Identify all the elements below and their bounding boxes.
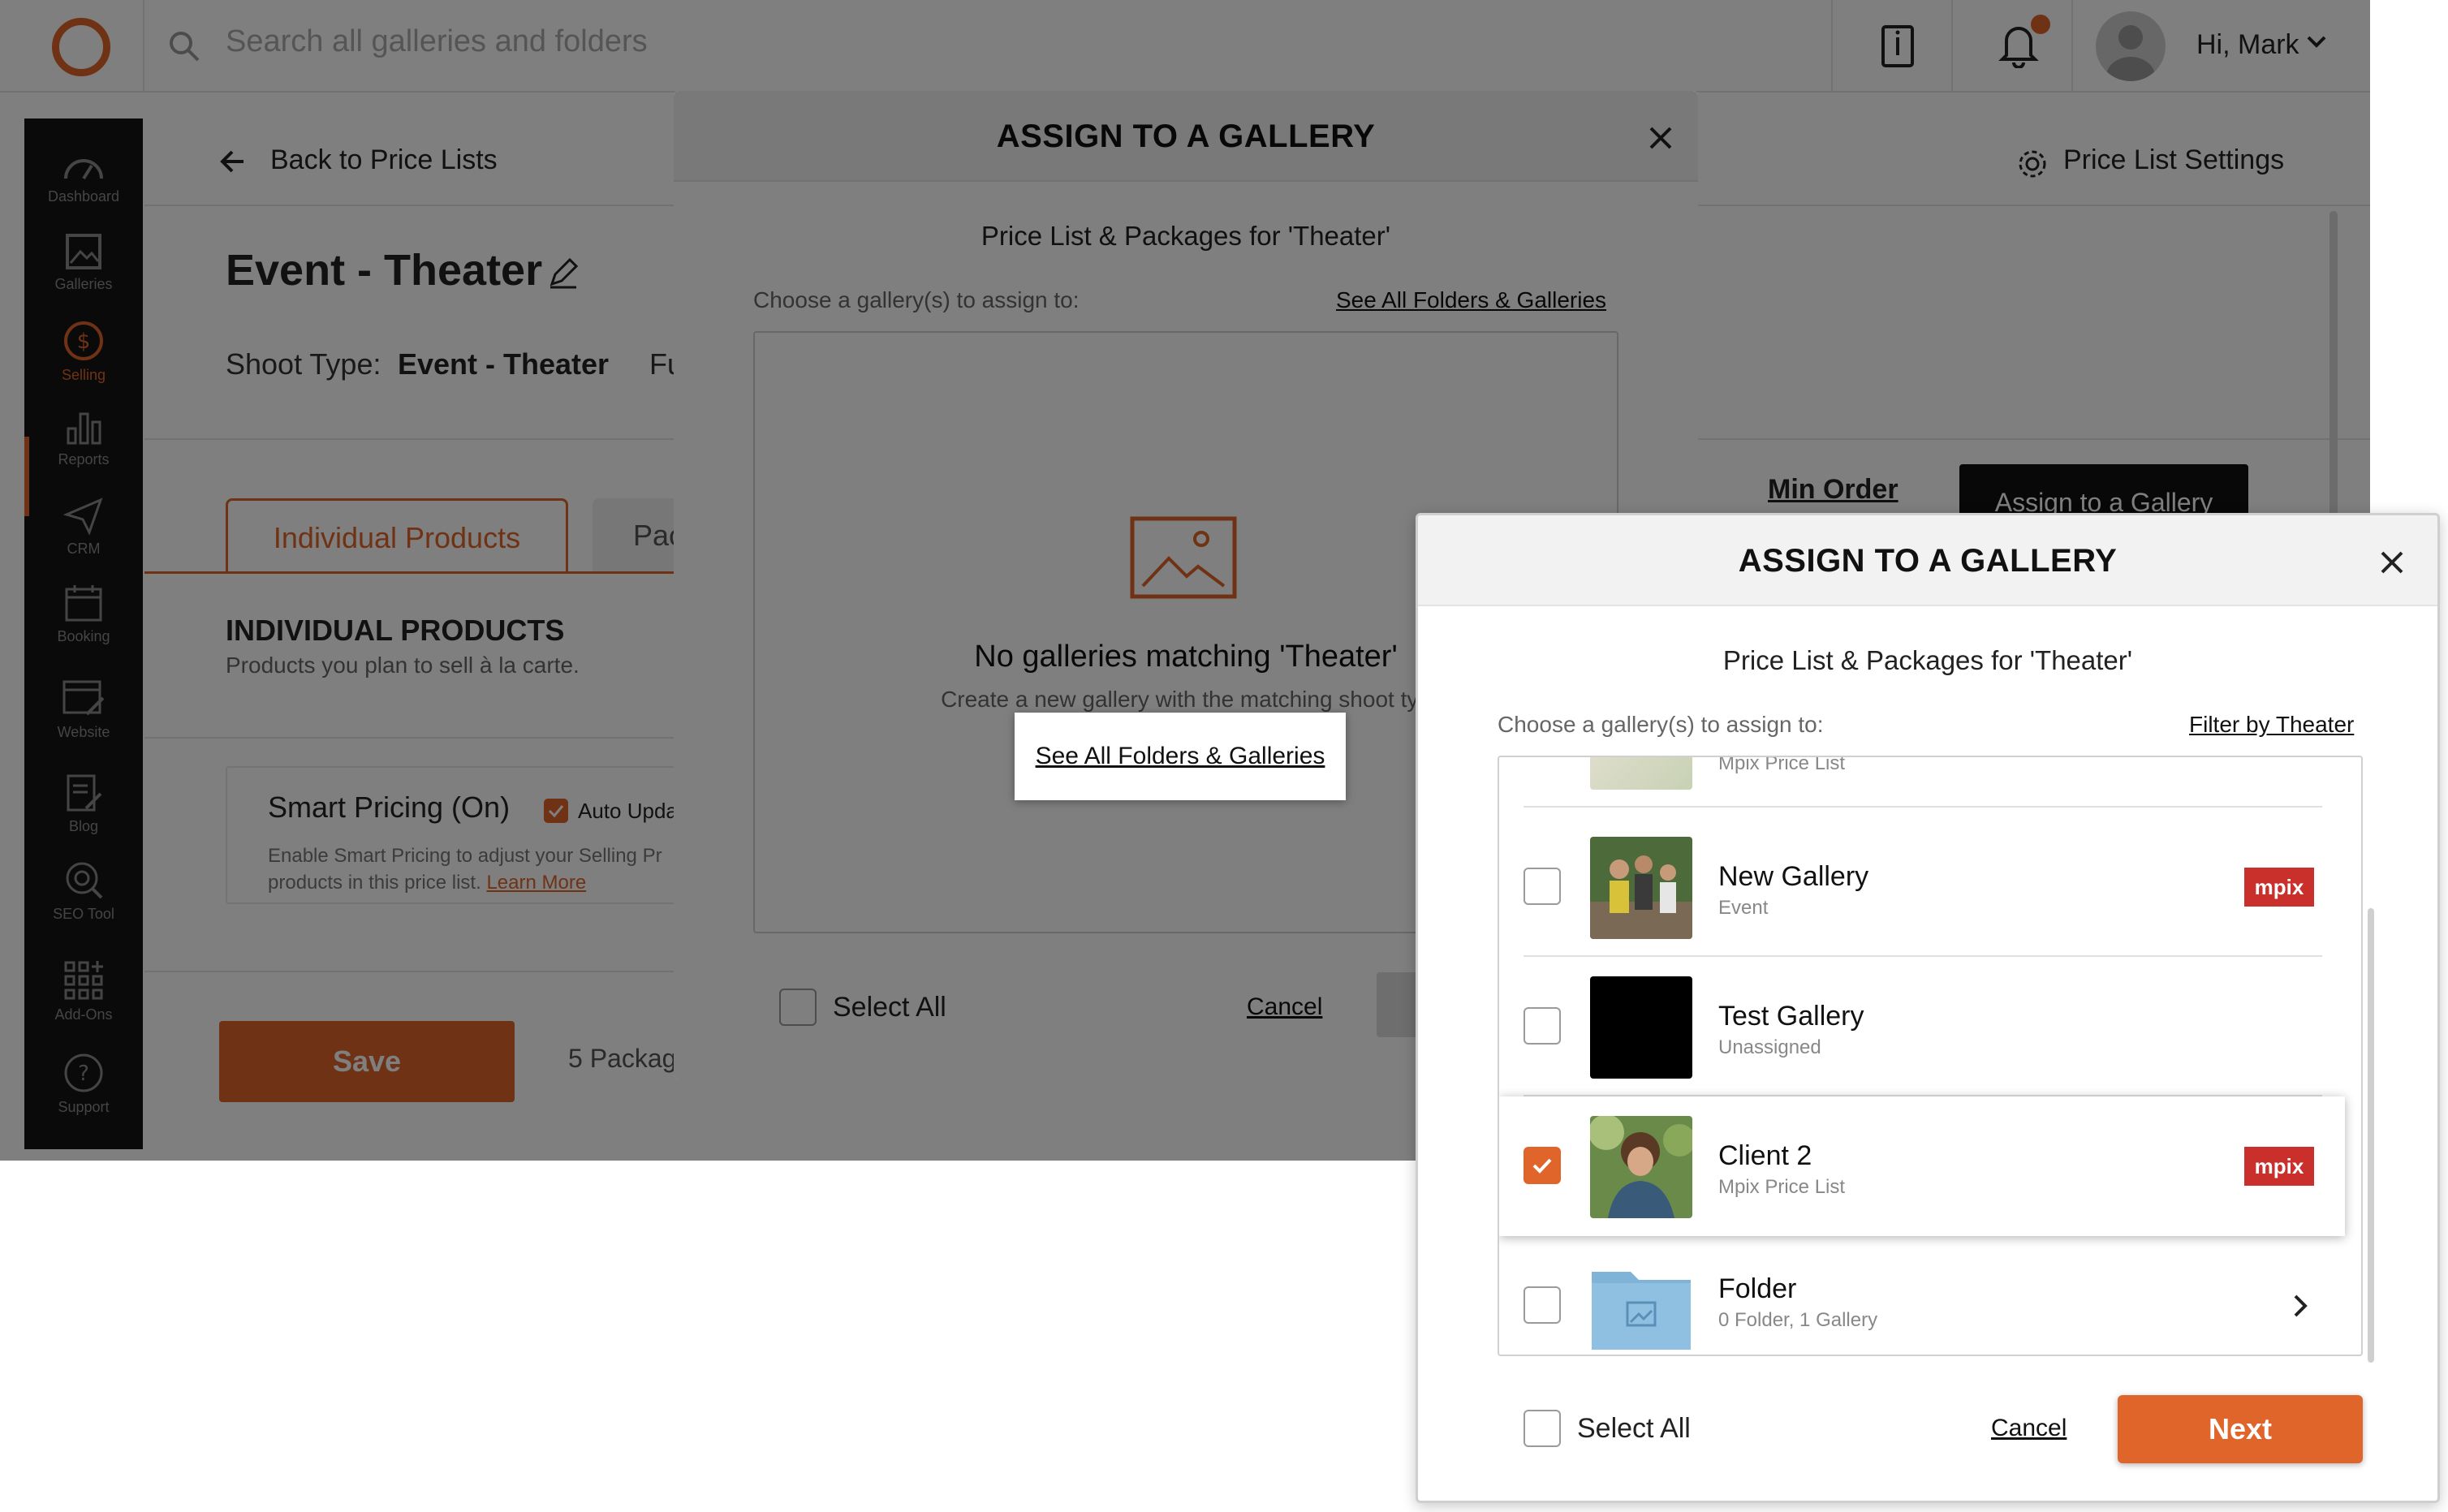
- modal-header: ASSIGN TO A GALLERY: [1418, 515, 2437, 606]
- folder-name: Folder: [1718, 1273, 1797, 1304]
- filter-by-theater-link[interactable]: Filter by Theater: [2189, 712, 2354, 738]
- gallery-subtitle: Mpix Price List: [1718, 756, 1846, 774]
- folder-subtitle: 0 Folder, 1 Gallery: [1718, 1309, 1878, 1331]
- choose-gallery-label: Choose a gallery(s) to assign to:: [1498, 712, 1824, 737]
- list-scrollbar[interactable]: [2368, 908, 2374, 1363]
- assign-gallery-modal: ASSIGN TO A GALLERY Price List & Package…: [1416, 513, 2440, 1503]
- gallery-thumbnail: [1590, 837, 1692, 939]
- mpix-badge: mpix: [2244, 868, 2314, 907]
- mpix-badge: mpix: [2244, 1147, 2314, 1186]
- gallery-name: Test Gallery: [1718, 1001, 1864, 1032]
- gallery-checkbox[interactable]: [1524, 1286, 1561, 1324]
- gallery-checkbox[interactable]: [1524, 868, 1561, 905]
- gallery-row[interactable]: Mpix Price List: [1524, 756, 2322, 808]
- gallery-list[interactable]: Mpix Price List New Gallery Event mpix T…: [1498, 756, 2363, 1356]
- modal-subtitle: Price List & Packages for 'Theater': [1722, 645, 2133, 675]
- gallery-row[interactable]: Test Gallery Unassigned: [1524, 957, 2322, 1096]
- see-all-folders-button[interactable]: See All Folders & Galleries: [1015, 713, 1346, 800]
- next-button[interactable]: Next: [2118, 1395, 2363, 1463]
- close-icon[interactable]: [2376, 546, 2408, 579]
- gallery-checkbox-checked[interactable]: [1524, 1147, 1561, 1184]
- folder-row[interactable]: Folder 0 Folder, 1 Gallery: [1524, 1236, 2322, 1355]
- select-all-checkbox[interactable]: [1524, 1410, 1561, 1447]
- chevron-right-icon[interactable]: [2291, 1293, 2309, 1319]
- gallery-row[interactable]: New Gallery Event mpix: [1524, 817, 2322, 957]
- gallery-subtitle: Event: [1718, 897, 1769, 919]
- select-all-label: Select All: [1577, 1413, 1691, 1444]
- gallery-thumbnail: [1590, 1116, 1692, 1218]
- gallery-name: New Gallery: [1718, 861, 1869, 892]
- gallery-row-selected[interactable]: Client 2 Mpix Price List mpix: [1499, 1096, 2345, 1236]
- folder-icon: [1590, 1256, 1692, 1355]
- gallery-subtitle: Mpix Price List: [1718, 1176, 1846, 1198]
- gallery-subtitle: Unassigned: [1718, 1036, 1821, 1058]
- gallery-name: Client 2: [1718, 1140, 1812, 1171]
- cancel-button[interactable]: Cancel: [1991, 1415, 2067, 1442]
- gallery-checkbox[interactable]: [1524, 1007, 1561, 1045]
- gallery-thumbnail: [1590, 976, 1692, 1079]
- gallery-thumbnail: [1590, 757, 1692, 790]
- modal-title: ASSIGN TO A GALLERY: [1738, 543, 2118, 579]
